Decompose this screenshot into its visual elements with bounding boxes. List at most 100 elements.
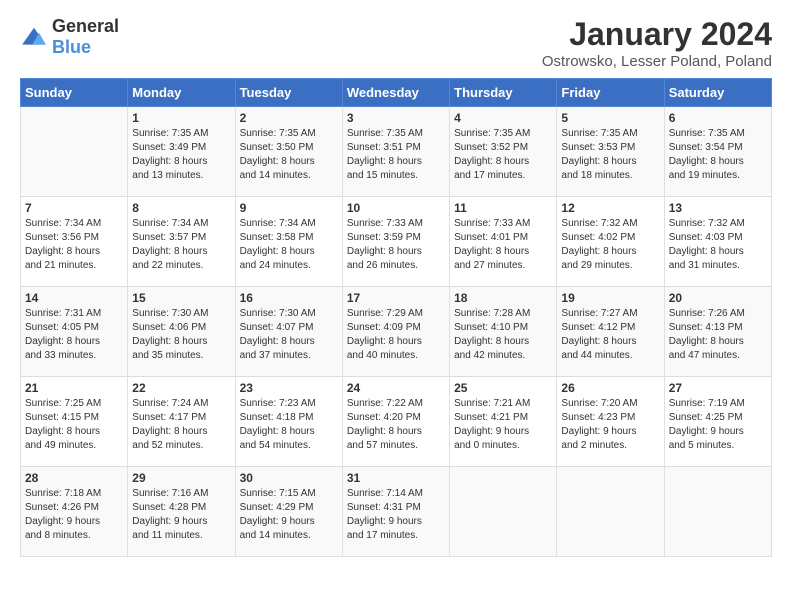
calendar-cell: [450, 467, 557, 557]
calendar-table: SundayMondayTuesdayWednesdayThursdayFrid…: [20, 78, 772, 557]
calendar-cell: 27Sunrise: 7:19 AM Sunset: 4:25 PM Dayli…: [664, 377, 771, 467]
day-number: 16: [240, 291, 338, 305]
calendar-week-0: 1 Sunrise: 7:35 AM Sunset: 3:49 PM Daylig…: [21, 107, 772, 197]
day-number: 19: [561, 291, 659, 305]
calendar-cell: 13 Sunrise: 7:32 AM Sunset: 4:03 PM Dayli…: [664, 197, 771, 287]
day-number: 2: [240, 111, 338, 125]
calendar-week-2: 14Sunrise: 7:31 AM Sunset: 4:05 PM Dayli…: [21, 287, 772, 377]
calendar-cell: 19Sunrise: 7:27 AM Sunset: 4:12 PM Dayli…: [557, 287, 664, 377]
calendar-cell: 24 Sunrise: 7:22 AM Sunset: 4:20 PM Dayli…: [342, 377, 449, 467]
subtitle: Ostrowsko, Lesser Poland, Poland: [542, 53, 772, 70]
calendar-cell: 5Sunrise: 7:35 AM Sunset: 3:53 PM Daylig…: [557, 107, 664, 197]
day-info: Sunrise: 7:30 AM Sunset: 4:06 PM Dayligh…: [132, 307, 230, 363]
day-info: Sunrise: 7:15 AM Sunset: 4:29 PM Dayligh…: [240, 487, 338, 543]
title-area: January 2024 Ostrowsko, Lesser Poland, P…: [542, 16, 772, 70]
day-info: Sunrise: 7:20 AM Sunset: 4:23 PM Dayligh…: [561, 397, 659, 453]
day-info: Sunrise: 7:34 AM Sunset: 3:56 PM Dayligh…: [25, 217, 123, 273]
day-number: 21: [25, 381, 123, 395]
day-number: 26: [561, 381, 659, 395]
day-info: Sunrise: 7:14 AM Sunset: 4:31 PM Dayligh…: [347, 487, 445, 543]
day-info: Sunrise: 7:35 AM Sunset: 3:52 PM Dayligh…: [454, 127, 552, 183]
day-number: 29: [132, 471, 230, 485]
calendar-cell: 7Sunrise: 7:34 AM Sunset: 3:56 PM Daylig…: [21, 197, 128, 287]
day-info: Sunrise: 7:35 AM Sunset: 3:49 PM Dayligh…: [132, 127, 230, 183]
calendar-cell: 12 Sunrise: 7:32 AM Sunset: 4:02 PM Dayli…: [557, 197, 664, 287]
calendar-cell: 18 Sunrise: 7:28 AM Sunset: 4:10 PM Dayli…: [450, 287, 557, 377]
day-number: 28: [25, 471, 123, 485]
day-number: 4: [454, 111, 552, 125]
day-info: Sunrise: 7:19 AM Sunset: 4:25 PM Dayligh…: [669, 397, 767, 453]
day-info: Sunrise: 7:34 AM Sunset: 3:58 PM Dayligh…: [240, 217, 338, 273]
calendar-cell: 29 Sunrise: 7:16 AM Sunset: 4:28 PM Dayli…: [128, 467, 235, 557]
day-number: 25: [454, 381, 552, 395]
calendar-cell: [21, 107, 128, 197]
day-number: 9: [240, 201, 338, 215]
day-number: 31: [347, 471, 445, 485]
day-info: Sunrise: 7:30 AM Sunset: 4:07 PM Dayligh…: [240, 307, 338, 363]
day-info: Sunrise: 7:34 AM Sunset: 3:57 PM Dayligh…: [132, 217, 230, 273]
calendar-cell: 22 Sunrise: 7:24 AM Sunset: 4:17 PM Dayli…: [128, 377, 235, 467]
header-day-friday: Friday: [557, 79, 664, 107]
calendar-cell: 10Sunrise: 7:33 AM Sunset: 3:59 PM Dayli…: [342, 197, 449, 287]
day-number: 13: [669, 201, 767, 215]
day-info: Sunrise: 7:24 AM Sunset: 4:17 PM Dayligh…: [132, 397, 230, 453]
calendar-cell: 4 Sunrise: 7:35 AM Sunset: 3:52 PM Daylig…: [450, 107, 557, 197]
header: General Blue January 2024 Ostrowsko, Les…: [20, 16, 772, 70]
calendar-cell: 28Sunrise: 7:18 AM Sunset: 4:26 PM Dayli…: [21, 467, 128, 557]
calendar-cell: 1 Sunrise: 7:35 AM Sunset: 3:49 PM Daylig…: [128, 107, 235, 197]
calendar-cell: 2 Sunrise: 7:35 AM Sunset: 3:50 PM Daylig…: [235, 107, 342, 197]
calendar-cell: 20 Sunrise: 7:26 AM Sunset: 4:13 PM Dayli…: [664, 287, 771, 377]
day-number: 1: [132, 111, 230, 125]
day-info: Sunrise: 7:35 AM Sunset: 3:50 PM Dayligh…: [240, 127, 338, 183]
day-info: Sunrise: 7:31 AM Sunset: 4:05 PM Dayligh…: [25, 307, 123, 363]
day-info: Sunrise: 7:25 AM Sunset: 4:15 PM Dayligh…: [25, 397, 123, 453]
day-number: 12: [561, 201, 659, 215]
logo-general: General: [52, 16, 119, 36]
day-number: 23: [240, 381, 338, 395]
day-info: Sunrise: 7:22 AM Sunset: 4:20 PM Dayligh…: [347, 397, 445, 453]
logo: General Blue: [20, 16, 119, 58]
calendar-cell: 11Sunrise: 7:33 AM Sunset: 4:01 PM Dayli…: [450, 197, 557, 287]
calendar-cell: 30 Sunrise: 7:15 AM Sunset: 4:29 PM Dayli…: [235, 467, 342, 557]
calendar-cell: 25 Sunrise: 7:21 AM Sunset: 4:21 PM Dayli…: [450, 377, 557, 467]
day-info: Sunrise: 7:23 AM Sunset: 4:18 PM Dayligh…: [240, 397, 338, 453]
header-day-thursday: Thursday: [450, 79, 557, 107]
header-day-tuesday: Tuesday: [235, 79, 342, 107]
calendar-header-row: SundayMondayTuesdayWednesdayThursdayFrid…: [21, 79, 772, 107]
day-info: Sunrise: 7:28 AM Sunset: 4:10 PM Dayligh…: [454, 307, 552, 363]
header-day-monday: Monday: [128, 79, 235, 107]
calendar-cell: [557, 467, 664, 557]
calendar-week-4: 28Sunrise: 7:18 AM Sunset: 4:26 PM Dayli…: [21, 467, 772, 557]
header-day-saturday: Saturday: [664, 79, 771, 107]
logo-text: General Blue: [52, 16, 119, 58]
logo-blue: Blue: [52, 37, 91, 57]
day-info: Sunrise: 7:26 AM Sunset: 4:13 PM Dayligh…: [669, 307, 767, 363]
calendar-cell: 21 Sunrise: 7:25 AM Sunset: 4:15 PM Dayli…: [21, 377, 128, 467]
calendar-cell: 3Sunrise: 7:35 AM Sunset: 3:51 PM Daylig…: [342, 107, 449, 197]
day-number: 10: [347, 201, 445, 215]
day-info: Sunrise: 7:21 AM Sunset: 4:21 PM Dayligh…: [454, 397, 552, 453]
calendar-week-3: 21 Sunrise: 7:25 AM Sunset: 4:15 PM Dayli…: [21, 377, 772, 467]
day-number: 6: [669, 111, 767, 125]
logo-icon: [20, 26, 48, 48]
calendar-cell: 6 Sunrise: 7:35 AM Sunset: 3:54 PM Daylig…: [664, 107, 771, 197]
calendar-cell: 17 Sunrise: 7:29 AM Sunset: 4:09 PM Dayli…: [342, 287, 449, 377]
day-number: 20: [669, 291, 767, 305]
day-info: Sunrise: 7:16 AM Sunset: 4:28 PM Dayligh…: [132, 487, 230, 543]
day-info: Sunrise: 7:32 AM Sunset: 4:03 PM Dayligh…: [669, 217, 767, 273]
day-number: 22: [132, 381, 230, 395]
day-info: Sunrise: 7:32 AM Sunset: 4:02 PM Dayligh…: [561, 217, 659, 273]
calendar-week-1: 7Sunrise: 7:34 AM Sunset: 3:56 PM Daylig…: [21, 197, 772, 287]
day-number: 17: [347, 291, 445, 305]
day-number: 8: [132, 201, 230, 215]
day-number: 24: [347, 381, 445, 395]
day-info: Sunrise: 7:35 AM Sunset: 3:54 PM Dayligh…: [669, 127, 767, 183]
day-number: 18: [454, 291, 552, 305]
day-number: 30: [240, 471, 338, 485]
calendar-cell: 9 Sunrise: 7:34 AM Sunset: 3:58 PM Daylig…: [235, 197, 342, 287]
calendar-cell: 15Sunrise: 7:30 AM Sunset: 4:06 PM Dayli…: [128, 287, 235, 377]
day-info: Sunrise: 7:29 AM Sunset: 4:09 PM Dayligh…: [347, 307, 445, 363]
day-info: Sunrise: 7:35 AM Sunset: 3:53 PM Dayligh…: [561, 127, 659, 183]
calendar-cell: 8 Sunrise: 7:34 AM Sunset: 3:57 PM Daylig…: [128, 197, 235, 287]
calendar-cell: 23 Sunrise: 7:23 AM Sunset: 4:18 PM Dayli…: [235, 377, 342, 467]
